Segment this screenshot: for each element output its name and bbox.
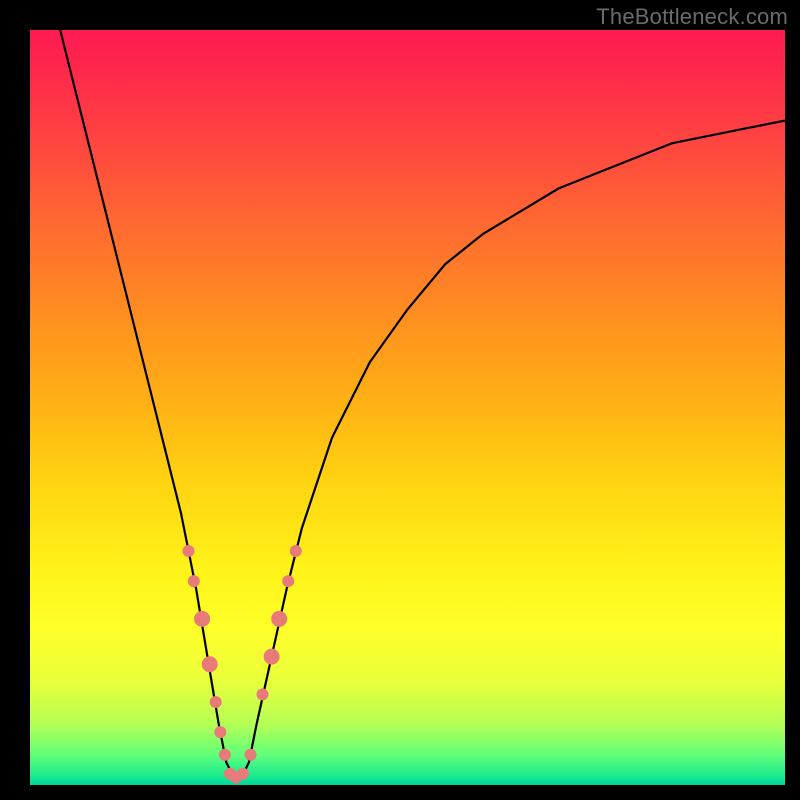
curve-marker <box>210 696 222 708</box>
curve-svg <box>30 30 785 785</box>
curve-marker <box>188 575 200 587</box>
watermark-label: TheBottleneck.com <box>596 4 788 30</box>
curve-marker <box>214 726 226 738</box>
curve-marker <box>237 768 249 780</box>
curve-marker <box>245 749 257 761</box>
curve-marker <box>194 611 210 627</box>
curve-markers <box>183 545 302 784</box>
curve-marker <box>282 575 294 587</box>
curve-marker <box>271 611 287 627</box>
curve-marker <box>257 688 269 700</box>
curve-marker <box>183 545 195 557</box>
chart-frame: TheBottleneck.com <box>0 0 800 800</box>
plot-area <box>30 30 785 785</box>
curve-marker <box>264 649 280 665</box>
curve-marker <box>202 656 218 672</box>
curve-marker <box>290 545 302 557</box>
curve-marker <box>219 749 231 761</box>
bottleneck-curve <box>60 30 785 778</box>
